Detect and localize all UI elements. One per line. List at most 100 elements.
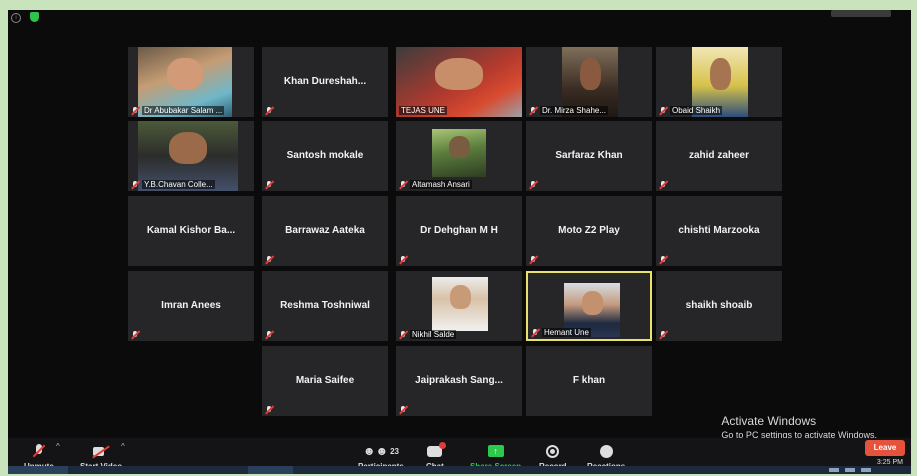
participant-tile[interactable]: Khan Dureshah... — [262, 47, 388, 117]
participant-tile[interactable]: F khan — [526, 346, 652, 416]
participant-tile[interactable]: Dr Dehghan M H — [396, 196, 522, 266]
participant-status — [265, 331, 273, 339]
participant-tile[interactable]: Obaid Shaikh — [656, 47, 782, 117]
volume-icon[interactable] — [861, 468, 871, 472]
muted-mic-icon — [529, 106, 537, 115]
participant-tile[interactable]: Reshma Toshniwal — [262, 271, 388, 341]
participant-name: chishti Marzooka — [678, 224, 760, 236]
video-options-chevron-icon[interactable]: ^ — [121, 442, 125, 451]
network-icon[interactable] — [845, 468, 855, 472]
participant-tile[interactable]: Imran Anees — [128, 271, 254, 341]
participant-tile[interactable]: chishti Marzooka — [656, 196, 782, 266]
participant-name: shaikh shoaib — [685, 299, 753, 311]
participant-tile[interactable]: Nikhil Salde — [396, 271, 522, 341]
participant-status — [399, 406, 407, 414]
participant-status — [265, 256, 273, 264]
muted-mic-icon — [399, 330, 407, 339]
record-icon — [546, 444, 560, 458]
participant-name: zahid zaheer — [688, 149, 750, 161]
participant-tile[interactable]: Y.B.Chavan Colle... — [128, 121, 254, 191]
participant-tile[interactable]: Sarfaraz Khan — [526, 121, 652, 191]
participant-name-label: Hemant Une — [531, 328, 591, 337]
participant-name-label: Altamash Ansari — [399, 180, 472, 189]
participant-tile[interactable]: Barrawaz Aateka — [262, 196, 388, 266]
participant-tile[interactable]: zahid zaheer — [656, 121, 782, 191]
muted-mic-icon — [659, 331, 667, 339]
muted-microphone-icon — [33, 444, 44, 458]
participant-tile[interactable]: Dr Abubakar Salam ... — [128, 47, 254, 117]
activate-windows-watermark: Activate Windows Go to PC settings to ac… — [721, 414, 877, 440]
participant-name: Moto Z2 Play — [558, 224, 620, 236]
participant-face — [435, 58, 483, 90]
participant-name-label: Obaid Shaikh — [659, 106, 723, 115]
muted-mic-icon — [265, 107, 273, 115]
participant-name: F khan — [572, 374, 606, 386]
muted-mic-icon — [131, 180, 139, 189]
muted-mic-icon — [659, 181, 667, 189]
reactions-icon — [599, 444, 613, 458]
participant-status — [265, 181, 273, 189]
participant-status — [659, 256, 667, 264]
muted-mic-icon — [131, 331, 139, 339]
participant-name: Y.B.Chavan Colle... — [142, 180, 215, 189]
participant-name: Altamash Ansari — [410, 180, 472, 189]
participant-name: Imran Anees — [161, 299, 221, 311]
meeting-toolbar: Unmute ^ Start Video ^ ☻☻ 23 Participant… — [8, 438, 911, 474]
muted-mic-icon — [131, 106, 139, 115]
participant-name: Dr Abubakar Salam ... — [142, 106, 225, 115]
taskbar-app[interactable] — [248, 466, 293, 474]
participant-name-label: Y.B.Chavan Colle... — [131, 180, 215, 189]
muted-mic-icon — [529, 256, 537, 264]
participant-name: Dr. Mirza Shahe... — [540, 106, 609, 115]
muted-mic-icon — [399, 406, 407, 414]
participant-status — [529, 181, 537, 189]
taskbar-app[interactable] — [8, 466, 68, 474]
muted-mic-icon — [531, 328, 539, 337]
participant-tile[interactable]: Hemant Une — [526, 271, 652, 341]
participant-name: Obaid Shaikh — [670, 106, 723, 115]
participant-face — [169, 132, 207, 164]
leave-button[interactable]: Leave — [865, 440, 905, 456]
taskbar-clock: 3:25 PM — [876, 459, 903, 466]
participant-face — [710, 58, 731, 90]
participant-tile[interactable]: TEJAS UNE — [396, 47, 522, 117]
chat-icon — [427, 441, 447, 457]
participant-status — [265, 107, 273, 115]
participant-tile[interactable]: Moto Z2 Play — [526, 196, 652, 266]
participant-tile[interactable]: Maria Saifee — [262, 346, 388, 416]
participant-name: Reshma Toshniwal — [280, 299, 370, 311]
share-screen-icon: ↑ — [487, 445, 504, 457]
participants-icon: ☻☻ — [362, 444, 389, 458]
participant-tile[interactable]: Altamash Ansari — [396, 121, 522, 191]
participant-tile[interactable]: Kamal Kishor Ba... — [128, 196, 254, 266]
participant-tile[interactable]: Santosh mokale — [262, 121, 388, 191]
participant-tile[interactable]: shaikh shoaib — [656, 271, 782, 341]
participant-name-label: TEJAS UNE — [399, 106, 448, 115]
participant-name: Nikhil Salde — [410, 330, 457, 339]
participant-face — [450, 285, 471, 309]
participant-status — [131, 331, 139, 339]
participant-name: TEJAS UNE — [399, 106, 448, 115]
watermark-title: Activate Windows — [721, 414, 817, 428]
participant-name-label: Nikhil Salde — [399, 330, 457, 339]
participant-name: Jaiprakash Sang... — [415, 374, 503, 386]
participant-status — [265, 406, 273, 414]
participant-status — [659, 331, 667, 339]
participant-video — [432, 129, 486, 177]
system-tray — [829, 466, 871, 474]
unread-badge — [439, 441, 447, 449]
participant-tile[interactable]: Dr. Mirza Shahe... — [526, 47, 652, 117]
muted-mic-icon — [265, 181, 273, 189]
participant-name: Hemant Une — [542, 328, 591, 337]
participant-name: Santosh mokale — [286, 149, 364, 161]
participant-tile[interactable]: Jaiprakash Sang... — [396, 346, 522, 416]
participant-status — [659, 181, 667, 189]
gallery-view: Dr Abubakar Salam ... Khan Dureshah... TEJ… — [8, 10, 911, 474]
muted-mic-icon — [265, 256, 273, 264]
audio-options-chevron-icon[interactable]: ^ — [56, 442, 60, 451]
participants-count: 23 — [390, 446, 399, 456]
muted-mic-icon — [659, 106, 667, 115]
keyboard-icon[interactable] — [829, 468, 839, 472]
participant-name: Sarfaraz Khan — [555, 149, 623, 161]
muted-mic-icon — [529, 181, 537, 189]
